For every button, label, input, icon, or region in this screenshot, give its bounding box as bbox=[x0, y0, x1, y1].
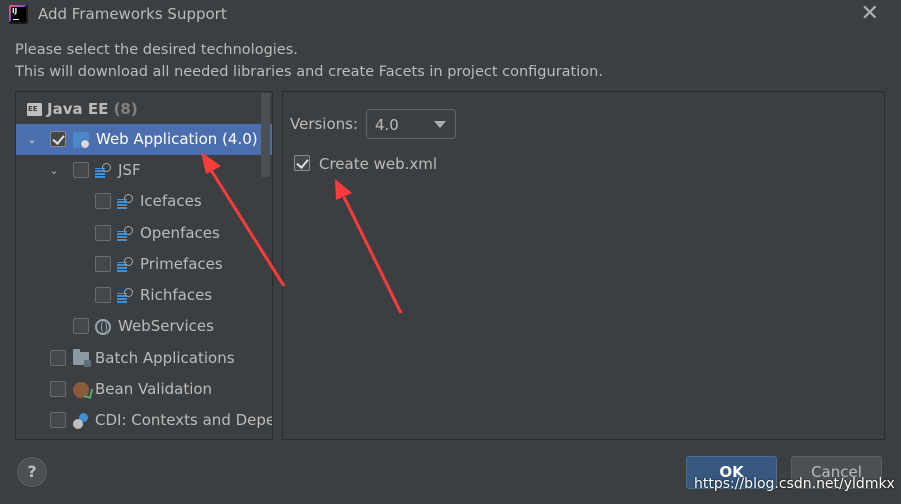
java-ee-icon bbox=[27, 103, 42, 116]
tree-item-label: Openfaces bbox=[140, 224, 220, 242]
bean-icon bbox=[70, 379, 92, 401]
tree-item-cdi[interactable]: CDI: Contexts and Deper bbox=[16, 405, 273, 436]
versions-dropdown[interactable]: 4.0 bbox=[366, 109, 456, 139]
create-webxml-checkbox[interactable] bbox=[294, 155, 310, 171]
chevron-down-icon[interactable]: ⌄ bbox=[26, 134, 38, 146]
tree-item-label: WebServices bbox=[118, 317, 214, 335]
jsf-icon bbox=[95, 163, 111, 179]
tree-group-label: Java EE (8) bbox=[47, 100, 138, 118]
tree-item-label: Primefaces bbox=[140, 255, 223, 273]
tree-scrollbar[interactable] bbox=[261, 93, 270, 177]
tree-item-label: Web Application (4.0) bbox=[96, 130, 258, 148]
tree-item-label: Icefaces bbox=[140, 192, 202, 210]
versions-value: 4.0 bbox=[375, 116, 399, 134]
watermark: https://blog.csdn.net/yldmkx bbox=[694, 476, 895, 492]
bean-validation-checkbox[interactable] bbox=[50, 381, 66, 397]
tree-item-label: Bean Validation bbox=[95, 380, 213, 398]
cdi-icon bbox=[73, 413, 89, 429]
dropdown-arrow-icon bbox=[434, 121, 446, 128]
tree-item-webservices[interactable]: WebServices bbox=[16, 311, 272, 342]
jsf-checkbox[interactable] bbox=[73, 162, 89, 178]
help-button[interactable]: ? bbox=[17, 457, 47, 487]
tree-item-primefaces[interactable]: Primefaces bbox=[16, 249, 272, 280]
tree-item-jsf[interactable]: ⌄ JSF bbox=[16, 155, 272, 186]
description-line-1: Please select the desired technologies. bbox=[15, 42, 298, 58]
tree-group-java-ee: Java EE (8) bbox=[16, 94, 272, 125]
tree-item-label: Batch Applications bbox=[95, 349, 235, 367]
folder-icon bbox=[73, 349, 91, 367]
title-bar: IJ Add Frameworks Support ✕ bbox=[0, 0, 901, 32]
openfaces-icon bbox=[117, 226, 133, 242]
cdi-checkbox[interactable] bbox=[50, 412, 66, 428]
richfaces-icon bbox=[117, 288, 133, 304]
description-line-2: This will download all needed libraries … bbox=[15, 64, 603, 80]
icefaces-icon bbox=[117, 194, 133, 210]
versions-label: Versions: bbox=[290, 115, 359, 133]
icefaces-checkbox[interactable] bbox=[95, 193, 111, 209]
tree-item-label: JSF bbox=[118, 161, 141, 179]
create-webxml-label[interactable]: Create web.xml bbox=[319, 155, 437, 173]
tree-item-batch-applications[interactable]: Batch Applications bbox=[16, 343, 272, 374]
tree-item-label: Richfaces bbox=[140, 286, 213, 304]
settings-panel bbox=[282, 91, 885, 440]
chevron-down-icon[interactable]: ⌄ bbox=[48, 165, 60, 177]
web-application-icon bbox=[73, 132, 90, 149]
tree-item-bean-validation[interactable]: Bean Validation bbox=[16, 374, 272, 405]
richfaces-checkbox[interactable] bbox=[95, 287, 111, 303]
batch-applications-checkbox[interactable] bbox=[50, 350, 66, 366]
webservices-checkbox[interactable] bbox=[73, 318, 89, 334]
primefaces-checkbox[interactable] bbox=[95, 256, 111, 272]
framework-tree: Java EE (8) ⌄ Web Application (4.0) ⌄ JS… bbox=[15, 91, 273, 440]
tree-item-icefaces[interactable]: Icefaces bbox=[16, 186, 272, 217]
tree-item-openfaces[interactable]: Openfaces bbox=[16, 218, 272, 249]
close-icon[interactable]: ✕ bbox=[861, 3, 879, 25]
intellij-logo-icon: IJ bbox=[9, 5, 28, 24]
tree-item-label: CDI: Contexts and Deper bbox=[95, 411, 273, 429]
dialog-title: Add Frameworks Support bbox=[38, 5, 227, 23]
tree-item-web-application[interactable]: ⌄ Web Application (4.0) bbox=[16, 124, 272, 155]
web-application-checkbox[interactable] bbox=[50, 131, 66, 147]
primefaces-icon bbox=[117, 257, 133, 273]
openfaces-checkbox[interactable] bbox=[95, 225, 111, 241]
tree-item-richfaces[interactable]: Richfaces bbox=[16, 280, 272, 311]
globe-icon bbox=[95, 319, 111, 335]
